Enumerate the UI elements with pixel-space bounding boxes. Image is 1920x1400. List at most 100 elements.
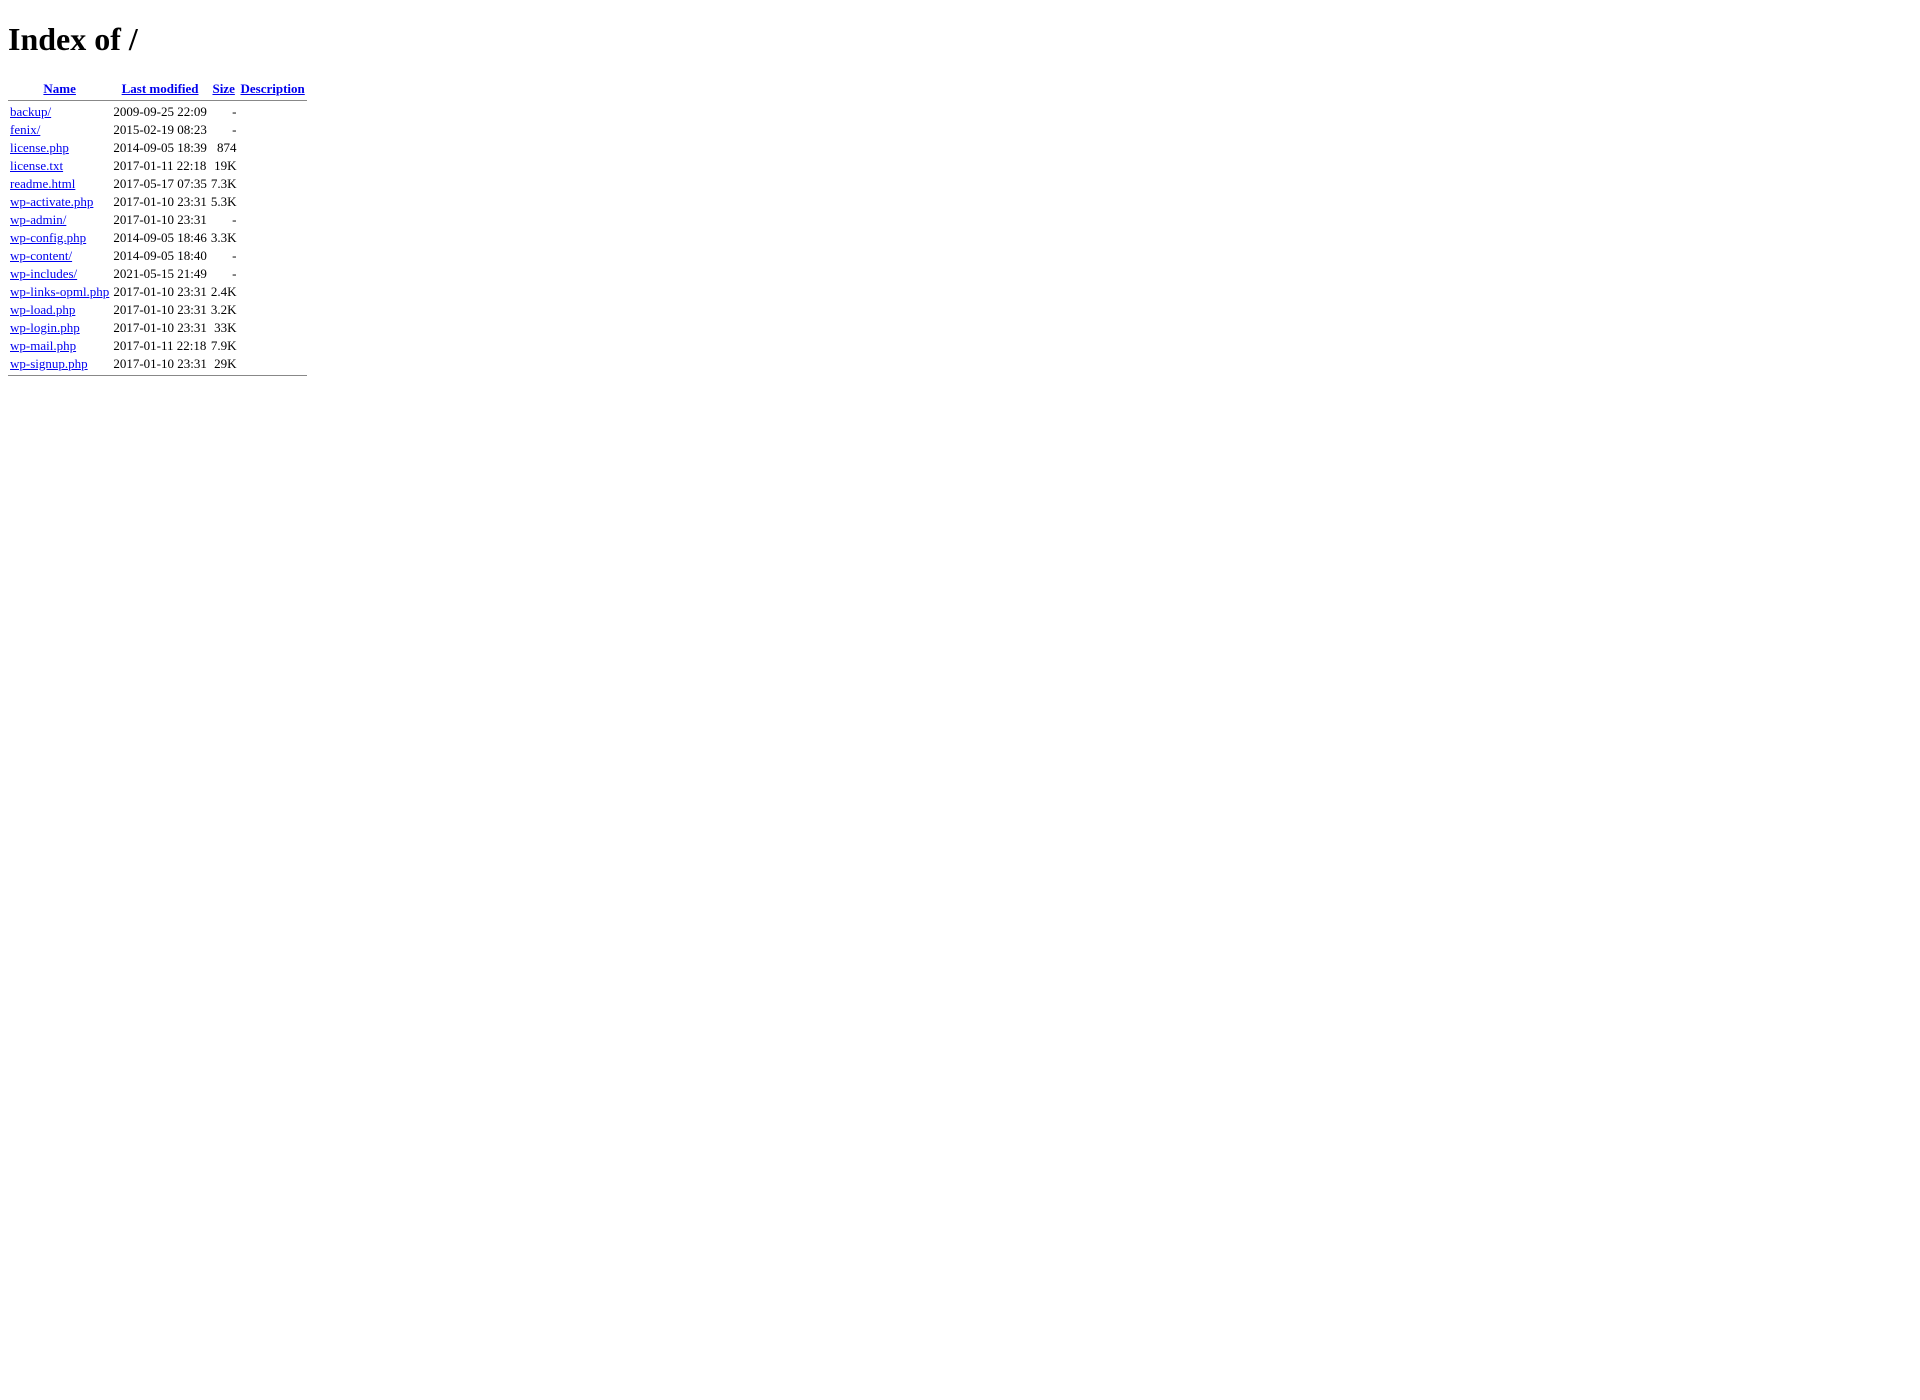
file-link[interactable]: wp-signup.php (10, 356, 88, 371)
cell-modified: 2017-01-10 23:31 (111, 319, 209, 337)
divider (8, 100, 307, 101)
directory-listing-table: Name Last modified Size Description back… (8, 80, 307, 378)
cell-name: license.txt (8, 157, 111, 175)
cell-description (238, 193, 306, 211)
cell-description (238, 211, 306, 229)
cell-name: wp-includes/ (8, 265, 111, 283)
table-row: backup/2009-09-25 22:09- (8, 103, 307, 121)
cell-modified: 2017-01-10 23:31 (111, 355, 209, 373)
table-row: wp-mail.php 2017-01-11 22:187.9K (8, 337, 307, 355)
cell-size: 7.9K (209, 337, 239, 355)
table-row: wp-config.php 2014-09-05 18:463.3K (8, 229, 307, 247)
page-title: Index of / (8, 21, 1912, 58)
cell-description (238, 139, 306, 157)
table-row: wp-links-opml.php2017-01-10 23:312.4K (8, 283, 307, 301)
cell-size: - (209, 121, 239, 139)
file-link[interactable]: wp-content/ (10, 248, 72, 263)
cell-modified: 2017-01-10 23:31 (111, 283, 209, 301)
file-link[interactable]: license.php (10, 140, 69, 155)
cell-description (238, 301, 306, 319)
cell-name: wp-config.php (8, 229, 111, 247)
cell-name: fenix/ (8, 121, 111, 139)
cell-description (238, 283, 306, 301)
cell-description (238, 319, 306, 337)
cell-modified: 2014-09-05 18:40 (111, 247, 209, 265)
cell-size: - (209, 247, 239, 265)
cell-description (238, 121, 306, 139)
file-link[interactable]: wp-includes/ (10, 266, 77, 281)
file-link[interactable]: wp-config.php (10, 230, 86, 245)
file-link[interactable]: fenix/ (10, 122, 40, 137)
cell-modified: 2021-05-15 21:49 (111, 265, 209, 283)
cell-description (238, 175, 306, 193)
cell-size: - (209, 103, 239, 121)
cell-description (238, 355, 306, 373)
cell-modified: 2014-09-05 18:46 (111, 229, 209, 247)
cell-size: 2.4K (209, 283, 239, 301)
file-link[interactable]: wp-mail.php (10, 338, 76, 353)
cell-name: wp-signup.php (8, 355, 111, 373)
cell-modified: 2017-01-10 23:31 (111, 193, 209, 211)
file-link[interactable]: wp-login.php (10, 320, 80, 335)
cell-modified: 2017-01-11 22:18 (111, 157, 209, 175)
cell-size: 33K (209, 319, 239, 337)
cell-size: - (209, 211, 239, 229)
cell-name: wp-links-opml.php (8, 283, 111, 301)
cell-name: readme.html (8, 175, 111, 193)
cell-size: 7.3K (209, 175, 239, 193)
file-link[interactable]: license.txt (10, 158, 63, 173)
cell-modified: 2017-05-17 07:35 (111, 175, 209, 193)
cell-size: 3.2K (209, 301, 239, 319)
cell-size: 5.3K (209, 193, 239, 211)
sort-size-link[interactable]: Size (212, 81, 234, 96)
table-row: wp-signup.php 2017-01-10 23:3129K (8, 355, 307, 373)
cell-size: 3.3K (209, 229, 239, 247)
sort-name-link[interactable]: Name (43, 81, 76, 96)
cell-name: wp-content/ (8, 247, 111, 265)
cell-name: wp-load.php (8, 301, 111, 319)
cell-description (238, 157, 306, 175)
cell-description (238, 337, 306, 355)
cell-name: license.php (8, 139, 111, 157)
table-row: license.txt 2017-01-11 22:1819K (8, 157, 307, 175)
cell-description (238, 265, 306, 283)
cell-name: wp-activate.php (8, 193, 111, 211)
divider (8, 375, 307, 376)
table-row: fenix/2015-02-19 08:23- (8, 121, 307, 139)
cell-name: wp-admin/ (8, 211, 111, 229)
cell-name: wp-login.php (8, 319, 111, 337)
file-link[interactable]: wp-links-opml.php (10, 284, 109, 299)
table-row: wp-admin/2017-01-10 23:31- (8, 211, 307, 229)
header-row: Name Last modified Size Description (8, 80, 307, 98)
separator-row (8, 373, 307, 378)
table-row: wp-load.php 2017-01-10 23:313.2K (8, 301, 307, 319)
cell-description (238, 229, 306, 247)
cell-description (238, 247, 306, 265)
cell-modified: 2014-09-05 18:39 (111, 139, 209, 157)
file-link[interactable]: wp-admin/ (10, 212, 66, 227)
file-link[interactable]: wp-load.php (10, 302, 75, 317)
table-row: wp-includes/2021-05-15 21:49- (8, 265, 307, 283)
cell-size: 19K (209, 157, 239, 175)
cell-modified: 2017-01-10 23:31 (111, 301, 209, 319)
sort-description-link[interactable]: Description (240, 81, 304, 96)
cell-modified: 2009-09-25 22:09 (111, 103, 209, 121)
cell-modified: 2017-01-11 22:18 (111, 337, 209, 355)
cell-name: backup/ (8, 103, 111, 121)
cell-modified: 2017-01-10 23:31 (111, 211, 209, 229)
cell-size: 874 (209, 139, 239, 157)
table-row: license.php 2014-09-05 18:39874 (8, 139, 307, 157)
cell-modified: 2015-02-19 08:23 (111, 121, 209, 139)
cell-size: 29K (209, 355, 239, 373)
sort-modified-link[interactable]: Last modified (122, 81, 199, 96)
table-row: wp-activate.php 2017-01-10 23:315.3K (8, 193, 307, 211)
cell-size: - (209, 265, 239, 283)
file-link[interactable]: backup/ (10, 104, 51, 119)
cell-name: wp-mail.php (8, 337, 111, 355)
table-row: wp-content/2014-09-05 18:40- (8, 247, 307, 265)
table-row: readme.html 2017-05-17 07:357.3K (8, 175, 307, 193)
file-link[interactable]: readme.html (10, 176, 75, 191)
table-row: wp-login.php 2017-01-10 23:3133K (8, 319, 307, 337)
cell-description (238, 103, 306, 121)
file-link[interactable]: wp-activate.php (10, 194, 93, 209)
